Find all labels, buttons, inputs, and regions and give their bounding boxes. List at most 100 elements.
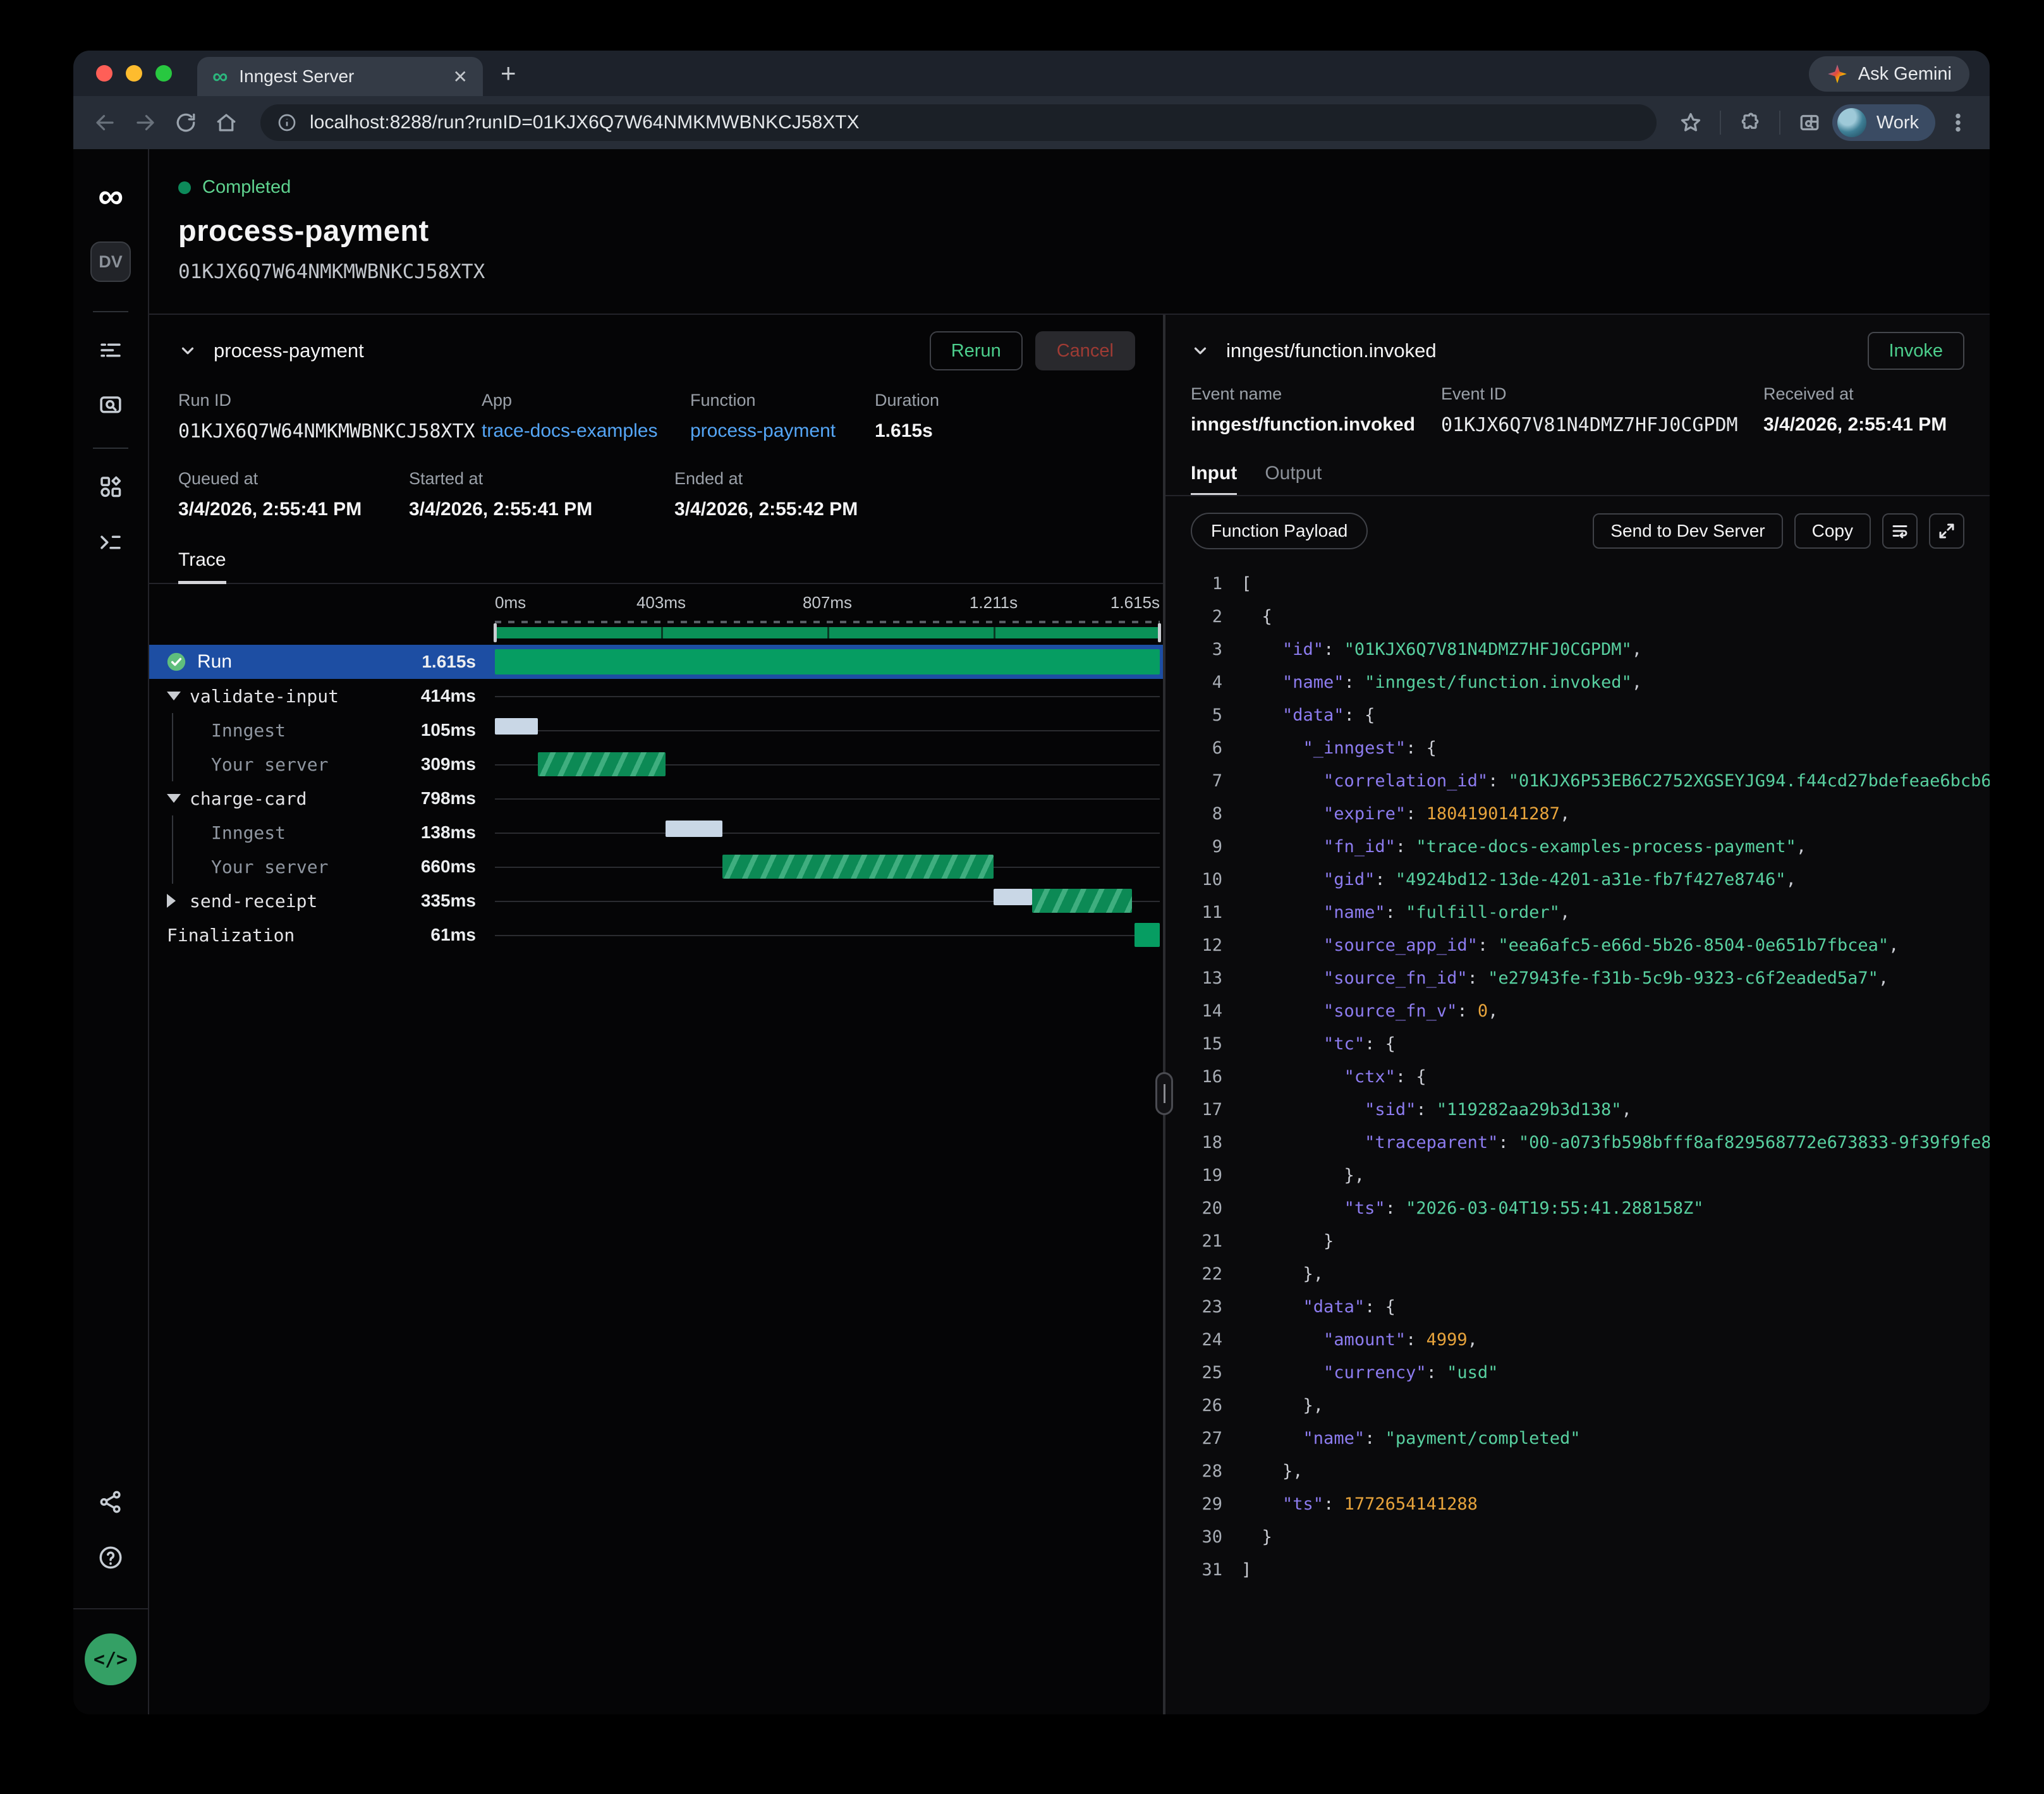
line-number: 31 [1165, 1560, 1222, 1580]
chevron-down-icon[interactable] [167, 692, 181, 700]
forward-button[interactable] [128, 105, 163, 140]
panel-resize-divider[interactable] [1163, 315, 1165, 1714]
tab-input[interactable]: Input [1191, 463, 1237, 496]
trace-section-title: process-payment [214, 339, 364, 362]
invoke-button[interactable]: Invoke [1868, 332, 1964, 370]
code-text: "currency": "usd" [1241, 1363, 1498, 1382]
trace-row-finalization[interactable]: Finalization61ms [149, 918, 1163, 952]
trace-row-label: Inngest [149, 822, 286, 843]
line-number: 2 [1165, 607, 1222, 626]
trace-row-duration: 414ms [421, 686, 495, 706]
browser-tab[interactable]: ∞ Inngest Server ✕ [197, 57, 483, 96]
trace-row-label-area: send-receipt335ms [149, 884, 495, 918]
function-payload-button[interactable]: Function Payload [1191, 513, 1368, 549]
expand-icon[interactable] [1929, 513, 1964, 549]
word-wrap-icon[interactable] [1882, 513, 1918, 549]
trace-row-inngest[interactable]: Inngest105ms [149, 713, 1163, 747]
code-line: 14 "source_fn_v": 0, [1165, 994, 1990, 1027]
timeline-minimap[interactable] [495, 627, 1160, 638]
trace-row-charge-card[interactable]: charge-card798ms [149, 781, 1163, 815]
bookmark-star-icon[interactable] [1673, 105, 1708, 140]
trace-row-inngest[interactable]: Inngest138ms [149, 815, 1163, 850]
trace-row-label-area: charge-card798ms [149, 781, 495, 815]
help-icon[interactable] [97, 1544, 125, 1571]
trace-row-bars [495, 918, 1160, 952]
cancel-button[interactable]: Cancel [1035, 331, 1135, 370]
browser-menu-kebab-icon[interactable] [1940, 105, 1976, 140]
code-line: 13 "source_fn_id": "e27943fe-f31b-5c9b-9… [1165, 961, 1990, 994]
trace-row-validate-input[interactable]: validate-input414ms [149, 679, 1163, 713]
dev-tools-button[interactable]: </> [85, 1633, 137, 1685]
app-link[interactable]: trace-docs-examples [482, 420, 690, 442]
site-info-icon[interactable] [277, 113, 297, 133]
copy-button[interactable]: Copy [1794, 513, 1871, 549]
code-text: "id": "01KJX6Q7V81N4DMZ7HFJ0CGPDM", [1241, 640, 1642, 659]
code-line: 24 "amount": 4999, [1165, 1323, 1990, 1356]
check-circle-icon [166, 651, 187, 673]
code-text: "source_app_id": "eea6afc5-e66d-5b26-850… [1241, 936, 1899, 955]
send-to-dev-server-button[interactable]: Send to Dev Server [1593, 513, 1782, 549]
span-bar-solid[interactable] [1135, 923, 1160, 947]
minimap-handle-left[interactable] [494, 623, 497, 642]
extensions-icon[interactable] [1732, 105, 1768, 140]
trace-row-your-server[interactable]: Your server660ms [149, 850, 1163, 884]
duration-value: 1.615s [875, 420, 939, 442]
new-tab-button[interactable]: + [501, 51, 516, 96]
panel-resize-handle[interactable] [1155, 1072, 1173, 1115]
span-bar-solid[interactable] [495, 649, 1160, 674]
span-bar-light[interactable] [495, 718, 538, 735]
line-number: 12 [1165, 936, 1222, 955]
sidebar-item-events[interactable] [97, 392, 125, 420]
span-bar-hatch[interactable] [538, 752, 665, 776]
chevron-right-icon[interactable] [167, 894, 176, 908]
line-number: 26 [1165, 1396, 1222, 1415]
trace-row-run[interactable]: Run1.615s [149, 645, 1163, 679]
tab-trace[interactable]: Trace [178, 549, 226, 584]
side-panel-search-icon[interactable] [1792, 105, 1827, 140]
field-label: Event ID [1441, 384, 1763, 404]
chevron-down-icon[interactable] [167, 794, 181, 803]
span-bar-light[interactable] [994, 889, 1032, 905]
url-bar[interactable]: localhost:8288/run?runID=01KJX6Q7W64NMKM… [260, 104, 1657, 141]
sidebar-item-dev-console[interactable] [97, 528, 125, 556]
browser-profile-chip[interactable]: Work [1832, 104, 1935, 141]
run-status: Completed [202, 177, 291, 198]
received-at-value: 3/4/2026, 2:55:41 PM [1763, 414, 1947, 436]
share-icon[interactable] [97, 1488, 125, 1516]
chevron-down-icon[interactable] [178, 341, 197, 360]
span-bar-hatch[interactable] [722, 855, 994, 879]
line-number: 20 [1165, 1199, 1222, 1218]
chevron-down-icon[interactable] [1191, 341, 1210, 360]
line-number: 9 [1165, 837, 1222, 857]
sidebar-item-runs[interactable] [97, 336, 125, 364]
close-window-button[interactable] [96, 65, 113, 82]
ask-gemini-button[interactable]: Ask Gemini [1809, 56, 1969, 92]
event-id-value: 01KJX6Q7V81N4DMZ7HFJ0CGPDM [1441, 414, 1763, 436]
code-text: "correlation_id": "01KJX6P53EB6C2752XGSE… [1241, 771, 1990, 791]
sidebar-item-apps[interactable] [97, 473, 125, 501]
tab-close-icon[interactable]: ✕ [453, 66, 468, 87]
home-button[interactable] [209, 105, 244, 140]
maximize-window-button[interactable] [155, 65, 172, 82]
code-text: "name": "inngest/function.invoked", [1241, 673, 1642, 692]
line-number: 23 [1165, 1297, 1222, 1317]
code-text: [ [1241, 574, 1251, 594]
line-number: 25 [1165, 1363, 1222, 1382]
ended-at-value: 3/4/2026, 2:55:42 PM [674, 499, 858, 520]
tab-output[interactable]: Output [1265, 463, 1322, 496]
span-bar-hatch[interactable] [1032, 889, 1132, 913]
trace-row-send-receipt[interactable]: send-receipt335ms [149, 884, 1163, 918]
code-text: }, [1241, 1264, 1323, 1284]
rerun-button[interactable]: Rerun [930, 331, 1023, 370]
reload-button[interactable] [168, 105, 204, 140]
code-line: 17 "sid": "119282aa29b3d138", [1165, 1093, 1990, 1126]
minimize-window-button[interactable] [126, 65, 142, 82]
payload-code-viewer[interactable]: 1[2 {3 "id": "01KJX6Q7V81N4DMZ7HFJ0CGPDM… [1165, 556, 1990, 1714]
trace-row-your-server[interactable]: Your server309ms [149, 747, 1163, 781]
workspace-avatar[interactable]: DV [90, 241, 131, 282]
span-bar-light[interactable] [666, 821, 722, 837]
minimap-handle-right[interactable] [1158, 623, 1161, 642]
function-link[interactable]: process-payment [690, 420, 875, 442]
payload-toolbar: Function Payload Send to Dev Server Copy [1165, 496, 1990, 556]
back-button[interactable] [87, 105, 123, 140]
